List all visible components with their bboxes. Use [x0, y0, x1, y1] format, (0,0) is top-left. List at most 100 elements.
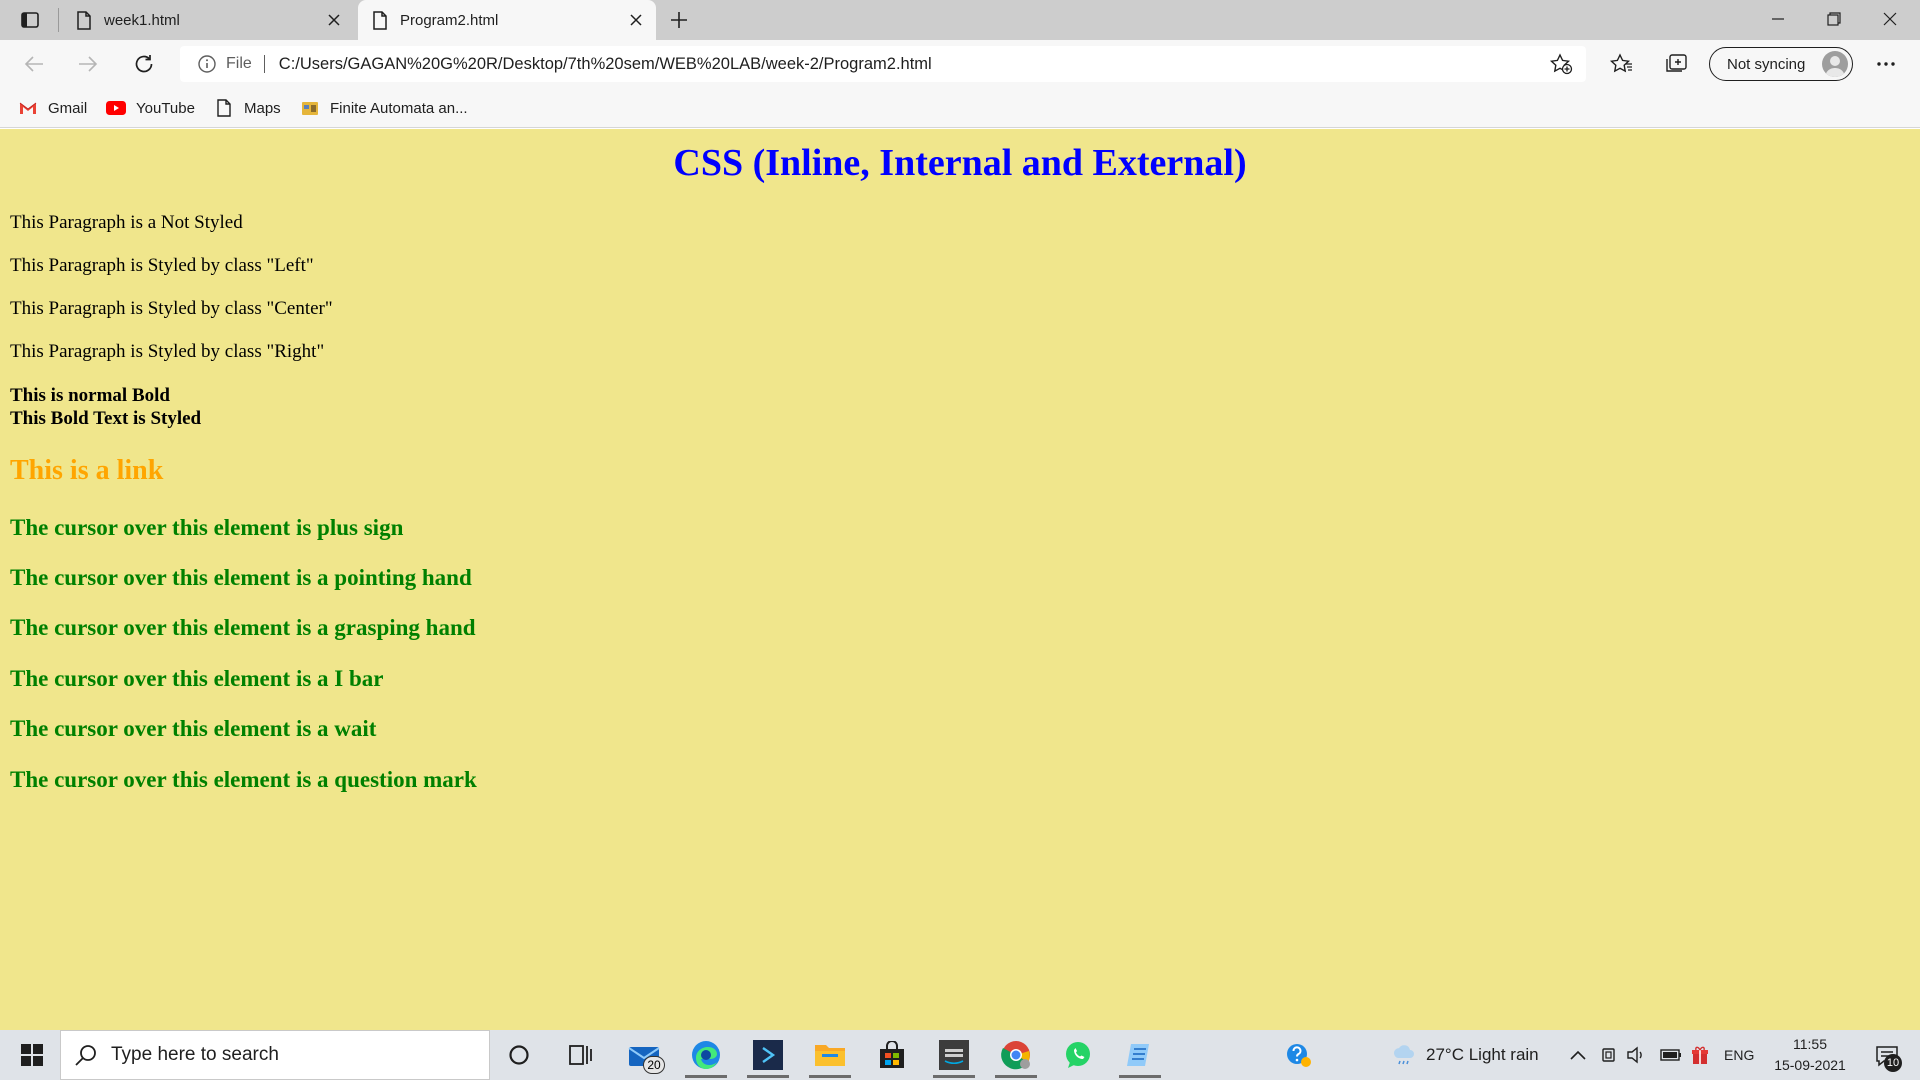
cursor-grab-text[interactable]: The cursor over this element is a graspi… [10, 615, 476, 641]
windows-logo-icon [21, 1044, 43, 1066]
settings-more-button[interactable] [1868, 46, 1904, 82]
weather-widget[interactable]: 27°C Light rain [1392, 1030, 1539, 1080]
show-hidden-icons-button[interactable] [1570, 1030, 1586, 1080]
close-tab-button[interactable] [320, 6, 348, 34]
clock-time: 11:55 [1793, 1036, 1827, 1052]
tab-title: week1.html [104, 11, 180, 29]
document-icon [77, 10, 91, 30]
edge-app-button[interactable] [679, 1032, 733, 1078]
favorites-button[interactable] [1603, 46, 1639, 82]
tab-strip: week1.html Program2.html [0, 0, 1920, 40]
address-divider [263, 55, 265, 73]
cursor-wait-text[interactable]: The cursor over this element is a wait [10, 716, 376, 742]
language-indicator[interactable]: ENG [1724, 1030, 1754, 1080]
tab-actions-button[interactable] [10, 2, 50, 38]
close-tab-button[interactable] [622, 6, 650, 34]
task-view-icon [569, 1045, 592, 1065]
favorite-label: Finite Automata an... [330, 99, 468, 117]
close-icon [328, 14, 340, 26]
volume-button[interactable] [1626, 1030, 1646, 1080]
weather-cloud-rain-icon [1393, 1045, 1414, 1065]
refresh-button[interactable] [126, 46, 162, 82]
add-favorite-button[interactable] [1546, 50, 1576, 78]
store-app-button[interactable] [865, 1032, 919, 1078]
notepad-icon [1127, 1044, 1149, 1066]
whatsapp-icon [1066, 1042, 1090, 1068]
cortana-circle-icon [509, 1045, 529, 1065]
restore-button[interactable] [1806, 0, 1862, 38]
tab-program2[interactable]: Program2.html [358, 0, 656, 40]
page-content: CSS (Inline, Internal and External) This… [0, 129, 1920, 1030]
favorite-finite-automata[interactable]: Finite Automata an... [300, 96, 468, 120]
search-icon [75, 1045, 96, 1066]
help-app-button[interactable] [1272, 1032, 1326, 1078]
chrome-icon [1001, 1041, 1030, 1070]
cursor-ibar-text[interactable]: The cursor over this element is a I bar [10, 666, 384, 692]
battery-button[interactable] [1660, 1030, 1682, 1080]
user-icon [1825, 56, 1845, 77]
favorite-maps[interactable]: Maps [214, 96, 281, 120]
restore-icon [1827, 12, 1841, 26]
minimize-icon [1772, 18, 1784, 20]
address-bar[interactable]: File C:/Users/GAGAN%20G%20R/Desktop/7th%… [180, 46, 1586, 82]
avatar [1822, 51, 1848, 77]
close-icon [1883, 12, 1897, 26]
favorite-gmail[interactable]: Gmail [18, 96, 87, 120]
bold-text-normal: This is normal Bold [10, 385, 170, 406]
new-tab-button[interactable] [662, 4, 696, 36]
notepad-app-button[interactable] [1113, 1032, 1167, 1078]
plus-icon [671, 12, 687, 28]
forward-arrow-icon [79, 56, 98, 72]
collections-button[interactable] [1658, 46, 1694, 82]
device-tray-button[interactable] [1600, 1030, 1618, 1080]
favorite-youtube[interactable]: YouTube [106, 96, 195, 120]
styled-link[interactable]: This is a link [10, 455, 163, 487]
site-icon [300, 100, 320, 116]
visual-studio-app-button[interactable] [741, 1032, 795, 1078]
chevron-up-icon [1570, 1050, 1586, 1060]
store-bag-icon [880, 1041, 904, 1068]
tab-separator [58, 8, 59, 32]
favorite-label: Gmail [48, 99, 88, 117]
paragraph-right: This Paragraph is Styled by class "Right… [10, 341, 325, 362]
info-icon[interactable] [198, 55, 216, 73]
language-text: ENG [1724, 1047, 1755, 1063]
favorite-label: Maps [244, 99, 281, 117]
vs-code-icon [753, 1040, 783, 1070]
file-explorer-button[interactable] [803, 1032, 857, 1078]
url-text[interactable]: C:/Users/GAGAN%20G%20R/Desktop/7th%20sem… [279, 55, 932, 74]
cursor-pointer-text[interactable]: The cursor over this element is a pointi… [10, 565, 472, 591]
whatsapp-app-button[interactable] [1051, 1032, 1105, 1078]
battery-icon [1660, 1049, 1681, 1061]
back-button[interactable] [16, 46, 52, 82]
paragraph-left: This Paragraph is Styled by class "Left" [10, 255, 314, 276]
star-add-icon [1549, 53, 1573, 75]
tab-week1[interactable]: week1.html [62, 0, 354, 40]
cortana-button[interactable] [492, 1032, 546, 1078]
notification-center-button[interactable]: 10 [1864, 1036, 1910, 1076]
antivirus-tray-button[interactable] [1690, 1030, 1712, 1080]
paragraph-center: This Paragraph is Styled by class "Cente… [10, 298, 333, 319]
bold-text-styled: This Bold Text is Styled [10, 408, 202, 429]
back-arrow-icon [24, 56, 43, 72]
browser-toolbar: File C:/Users/GAGAN%20G%20R/Desktop/7th%… [0, 40, 1920, 88]
mail-app-button[interactable]: 20 [617, 1032, 671, 1078]
start-button[interactable] [8, 1034, 56, 1076]
close-window-button[interactable] [1862, 0, 1918, 38]
search-input[interactable] [111, 1044, 471, 1066]
forward-button[interactable] [70, 46, 106, 82]
chrome-app-button[interactable] [989, 1032, 1043, 1078]
more-dots-icon [1877, 62, 1895, 66]
help-question-icon [1287, 1044, 1311, 1067]
prime-video-app-button[interactable] [927, 1032, 981, 1078]
tab-actions-icon [21, 12, 39, 28]
edge-browser-icon [692, 1041, 720, 1069]
cursor-help-text[interactable]: The cursor over this element is a questi… [10, 767, 477, 793]
cursor-plus-text[interactable]: The cursor over this element is plus sig… [10, 515, 403, 541]
task-view-button[interactable] [553, 1032, 607, 1078]
taskbar-search[interactable] [60, 1030, 490, 1080]
profile-button[interactable]: Not syncing [1709, 47, 1853, 81]
speaker-icon [1627, 1046, 1642, 1064]
clock[interactable]: 11:55 15-09-2021 [1760, 1034, 1860, 1076]
minimize-button[interactable] [1750, 0, 1806, 38]
